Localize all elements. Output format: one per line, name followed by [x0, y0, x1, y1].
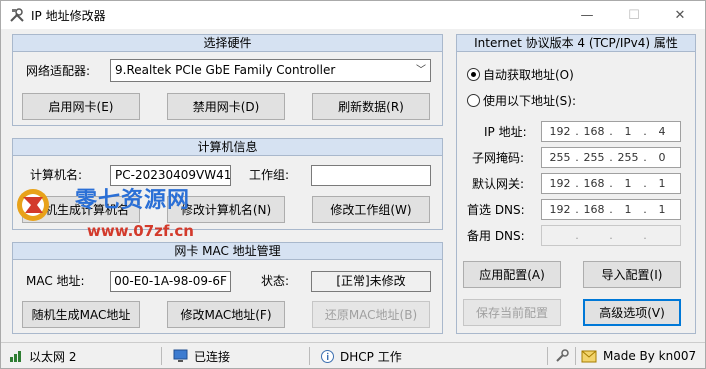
mask-octet-2: 255 [583, 151, 605, 164]
ip-octet-4: 4 [658, 125, 666, 138]
gateway-octet-3: 1 [624, 177, 632, 190]
info-icon [321, 349, 334, 363]
dns2-field[interactable]: . . . [541, 225, 681, 246]
watermark-text: 零七资源网 [75, 188, 191, 213]
status-network-label: 以太网 2 [29, 349, 77, 364]
auto-address-radio[interactable]: 自动获取地址(O) [467, 66, 574, 83]
adapter-select-value: 9.Realtek PCIe GbE Family Controller [115, 63, 336, 77]
ip-dot: . [609, 229, 613, 242]
enable-adapter-button[interactable]: 启用网卡(E) [22, 93, 140, 120]
modify-mac-button[interactable]: 修改MAC地址(F) [167, 301, 285, 328]
ipv4-panel: Internet 协议版本 4 (TCP/IPv4) 属性 自动获取地址(O) … [456, 34, 696, 334]
subnet-mask-label: 子网掩码: [472, 151, 525, 165]
minimize-button[interactable]: — [564, 1, 610, 29]
mask-octet-3: 255 [617, 151, 639, 164]
watermark-url: www.07zf.cn [87, 222, 194, 240]
status-divider [161, 347, 162, 365]
import-config-button[interactable]: 导入配置(I) [583, 261, 681, 288]
adapter-select[interactable]: 9.Realtek PCIe GbE Family Controller ﹀ [110, 59, 431, 82]
status-bar: 以太网 2 已连接 DHCP 工作 Made By kn007 [1, 342, 705, 368]
gateway-octet-4: 1 [658, 177, 666, 190]
status-divider [547, 347, 548, 365]
status-dhcp-label: DHCP 工作 [340, 349, 402, 364]
manual-address-radio[interactable]: 使用以下地址(S): [467, 92, 576, 109]
gateway-field[interactable]: 192. 168. 1. 1 [541, 173, 681, 194]
close-icon: ✕ [674, 7, 686, 23]
status-connection-label: 已连接 [194, 349, 231, 364]
gateway-label: 默认网关: [472, 177, 525, 191]
connected-icon [173, 349, 188, 362]
mac-address-label: MAC 地址: [26, 274, 85, 288]
gateway-octet-2: 168 [583, 177, 605, 190]
computer-name-label: 计算机名: [30, 168, 83, 182]
refresh-data-button[interactable]: 刷新数据(R) [312, 93, 430, 120]
dns1-octet-4: 1 [658, 203, 666, 216]
mac-state-value: [正常]未修改 [311, 271, 431, 292]
disable-adapter-button[interactable]: 禁用网卡(D) [167, 93, 285, 120]
close-button[interactable]: ✕ [657, 1, 703, 29]
ip-dot: . [643, 229, 647, 242]
ip-octet-3: 1 [624, 125, 632, 138]
save-config-button[interactable]: 保存当前配置 [463, 299, 561, 326]
radio-selected-icon [467, 68, 480, 81]
workgroup-field[interactable] [311, 165, 431, 186]
random-mac-button[interactable]: 随机生成MAC地址 [22, 301, 140, 328]
radio-unselected-icon [467, 94, 480, 107]
status-author: Made By kn007 [581, 343, 696, 369]
ip-address-label: IP 地址: [484, 125, 527, 139]
manual-address-label: 使用以下地址(S): [483, 94, 577, 108]
dns2-label: 备用 DNS: [467, 229, 525, 243]
dns1-octet-1: 192 [549, 203, 571, 216]
hardware-panel: 选择硬件 网络适配器: 9.Realtek PCIe GbE Family Co… [12, 34, 443, 126]
computer-panel-header: 计算机信息 [13, 139, 442, 156]
dns1-label: 首选 DNS: [467, 203, 525, 217]
gateway-octet-1: 192 [549, 177, 571, 190]
status-author-label: Made By kn007 [603, 349, 697, 363]
hardware-panel-header: 选择硬件 [13, 35, 442, 52]
minimize-icon: — [580, 7, 594, 23]
mac-panel: 网卡 MAC 地址管理 MAC 地址: 00-E0-1A-98-09-6F 状态… [12, 242, 443, 334]
modify-workgroup-button[interactable]: 修改工作组(W) [312, 196, 430, 223]
advanced-options-button[interactable]: 高级选项(V) [583, 299, 681, 326]
dns1-octet-2: 168 [583, 203, 605, 216]
mask-octet-1: 255 [549, 151, 571, 164]
settings-shortcut[interactable] [554, 343, 570, 369]
ip-octet-2: 168 [583, 125, 605, 138]
auto-address-label: 自动获取地址(O) [483, 68, 574, 82]
status-divider [575, 347, 576, 365]
status-network: 以太网 2 [9, 343, 76, 369]
ip-dot: . [575, 229, 579, 242]
app-window: IP 地址修改器 — ☐ ✕ 选择硬件 网络适配器: 9.Realtek PCI… [0, 0, 706, 369]
mac-address-field[interactable]: 00-E0-1A-98-09-6F [110, 271, 231, 292]
network-icon [10, 351, 21, 362]
ip-octet-1: 192 [549, 125, 571, 138]
chevron-down-icon: ﹀ [416, 65, 426, 76]
status-connection: 已连接 [173, 343, 230, 369]
dns1-field[interactable]: 192. 168. 1. 1 [541, 199, 681, 220]
mac-state-label: 状态: [261, 274, 290, 288]
watermark-logo-icon [17, 189, 49, 221]
ip-address-field[interactable]: 192. 168. 1. 4 [541, 121, 681, 142]
status-divider [309, 347, 310, 365]
tools-icon [10, 8, 24, 22]
restore-mac-button[interactable]: 还原MAC地址(B) [312, 301, 430, 328]
title-bar: IP 地址修改器 — ☐ ✕ [1, 1, 705, 29]
subnet-mask-field[interactable]: 255. 255. 255. 0 [541, 147, 681, 168]
status-dhcp: DHCP 工作 [321, 343, 402, 369]
adapter-label: 网络适配器: [26, 64, 91, 78]
dns1-octet-3: 1 [624, 203, 632, 216]
mail-icon [581, 350, 597, 362]
tools-icon [556, 349, 569, 362]
window-title: IP 地址修改器 [31, 8, 106, 23]
client-area: 选择硬件 网络适配器: 9.Realtek PCIe GbE Family Co… [1, 29, 705, 342]
maximize-button[interactable]: ☐ [611, 1, 657, 29]
maximize-icon: ☐ [628, 7, 640, 23]
mac-panel-header: 网卡 MAC 地址管理 [13, 243, 442, 260]
apply-config-button[interactable]: 应用配置(A) [463, 261, 561, 288]
mask-octet-4: 0 [658, 151, 666, 164]
ipv4-panel-header: Internet 协议版本 4 (TCP/IPv4) 属性 [457, 35, 695, 52]
workgroup-label: 工作组: [249, 168, 290, 182]
